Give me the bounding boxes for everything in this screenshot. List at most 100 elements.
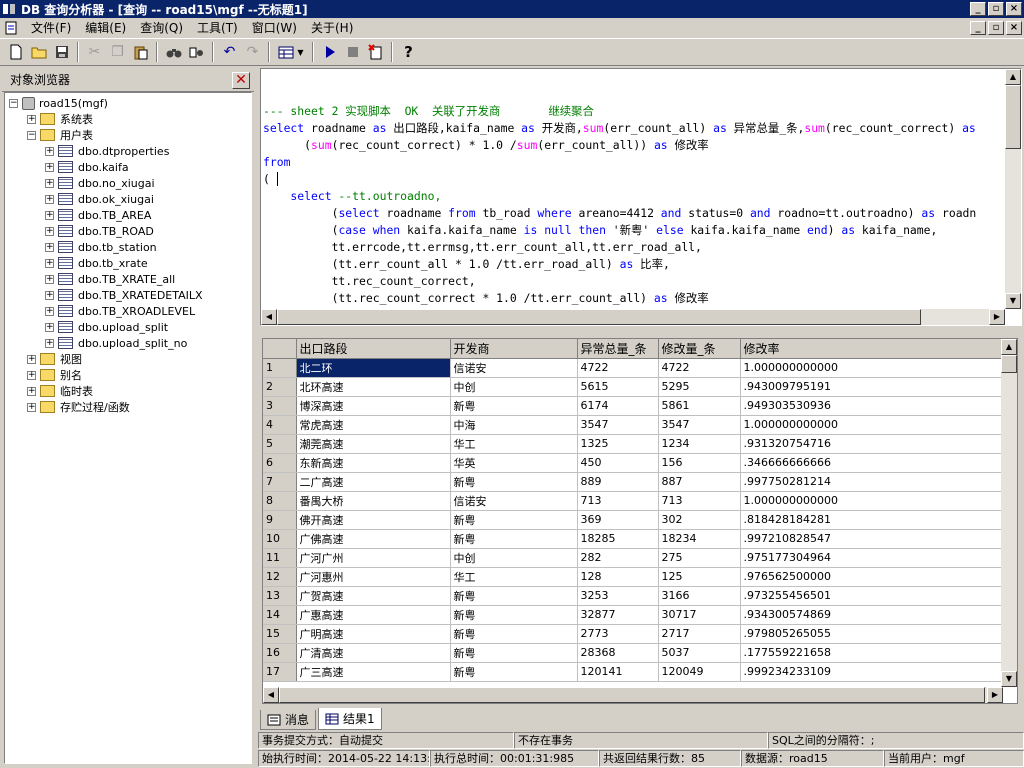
table-cell[interactable]: 120141: [577, 662, 659, 682]
table-cell[interactable]: 信诺安: [450, 358, 578, 378]
table-cell[interactable]: 3547: [577, 415, 659, 435]
table-cell[interactable]: 125: [658, 567, 741, 587]
expand-icon[interactable]: +: [45, 162, 54, 172]
row-number[interactable]: 4: [263, 415, 297, 435]
table-cell[interactable]: 4722: [658, 358, 741, 378]
row-number[interactable]: 12: [263, 567, 297, 587]
table-cell[interactable]: 东新高速: [296, 453, 451, 473]
table-cell[interactable]: 新粤: [450, 605, 578, 625]
table-cell[interactable]: 18234: [658, 529, 741, 549]
tree-table-item[interactable]: + dbo.no_xiugai: [45, 175, 155, 191]
scroll-thumb[interactable]: [1005, 85, 1021, 149]
row-number[interactable]: 2: [263, 377, 297, 397]
column-header[interactable]: 修改率: [740, 339, 1004, 359]
tree-temp-tables[interactable]: + 临时表: [27, 383, 93, 399]
row-number[interactable]: 13: [263, 586, 297, 606]
row-number[interactable]: 9: [263, 510, 297, 530]
table-cell[interactable]: 1.000000000000: [740, 415, 1004, 435]
table-cell[interactable]: 华英: [450, 453, 578, 473]
undo-icon[interactable]: ↶: [218, 41, 241, 63]
row-number[interactable]: 17: [263, 662, 297, 682]
table-cell[interactable]: 番禺大桥: [296, 491, 451, 511]
collapse-icon[interactable]: −: [9, 98, 18, 108]
new-file-icon[interactable]: [4, 41, 27, 63]
row-number[interactable]: 16: [263, 643, 297, 663]
table-cell[interactable]: 302: [658, 510, 741, 530]
tree-system-tables[interactable]: + 系统表: [27, 111, 93, 127]
stop-icon[interactable]: [341, 41, 364, 63]
expand-icon[interactable]: +: [45, 210, 54, 220]
table-cell[interactable]: 32877: [577, 605, 659, 625]
table-row[interactable]: 8 番禺大桥 信诺安 713 713 1.000000000000: [263, 491, 1004, 511]
table-cell[interactable]: 1325: [577, 434, 659, 454]
table-cell[interactable]: 28368: [577, 643, 659, 663]
help-icon[interactable]: ?: [397, 41, 420, 63]
expand-icon[interactable]: +: [45, 194, 54, 204]
table-row[interactable]: 4 常虎高速 中海 3547 3547 1.000000000000: [263, 415, 1004, 435]
table-row[interactable]: 15 广明高速 新粤 2773 2717.979805265055: [263, 624, 1004, 644]
table-cell[interactable]: .818428184281: [740, 510, 1004, 530]
expand-icon[interactable]: +: [45, 306, 54, 316]
table-cell[interactable]: 3253: [577, 586, 659, 606]
table-cell[interactable]: 2717: [658, 624, 741, 644]
document-icon[interactable]: [4, 20, 20, 36]
tree-table-item[interactable]: + dbo.upload_split_no: [45, 335, 187, 351]
table-row[interactable]: 11 广河广州 中创 282 275.975177304964: [263, 548, 1004, 568]
menu-file[interactable]: 文件(F): [24, 18, 78, 38]
open-folder-icon[interactable]: [27, 41, 50, 63]
table-cell[interactable]: 450: [577, 453, 659, 473]
tree-table-item[interactable]: + dbo.TB_XRATE_all: [45, 271, 175, 287]
scroll-right-icon[interactable]: ▶: [987, 687, 1003, 703]
row-number[interactable]: 6: [263, 453, 297, 473]
table-row[interactable]: 10 广佛高速 新粤 18285 18234.997210828547: [263, 529, 1004, 549]
tree-procedures[interactable]: + 存贮过程/函数: [27, 399, 130, 415]
tree-table-item[interactable]: + dbo.dtproperties: [45, 143, 169, 159]
table-row[interactable]: 7 二广高速 新粤 889 887.997750281214: [263, 472, 1004, 492]
editor-horizontal-scrollbar[interactable]: ◀ ▶: [261, 309, 1005, 325]
table-row[interactable]: 17 广三高速 新粤 120141 120049.999234233109: [263, 662, 1004, 682]
table-cell[interactable]: 5615: [577, 377, 659, 397]
table-cell[interactable]: 潮莞高速: [296, 434, 451, 454]
grid-mode-icon[interactable]: ▼: [274, 41, 308, 63]
table-cell[interactable]: 新粤: [450, 510, 578, 530]
table-cell[interactable]: .931320754716: [740, 434, 1004, 454]
editor-vertical-scrollbar[interactable]: ▲ ▼: [1005, 69, 1021, 309]
expand-icon[interactable]: +: [27, 370, 36, 380]
expand-icon[interactable]: +: [45, 258, 54, 268]
table-cell[interactable]: .943009795191: [740, 377, 1004, 397]
table-cell[interactable]: 128: [577, 567, 659, 587]
table-row[interactable]: 14 广惠高速 新粤 32877 30717.934300574869: [263, 605, 1004, 625]
table-cell[interactable]: 3547: [658, 415, 741, 435]
table-cell[interactable]: .934300574869: [740, 605, 1004, 625]
table-row[interactable]: 5 潮莞高速 华工 1325 1234.931320754716: [263, 434, 1004, 454]
table-cell[interactable]: 1234: [658, 434, 741, 454]
expand-icon[interactable]: +: [27, 386, 36, 396]
table-cell[interactable]: .975177304964: [740, 548, 1004, 568]
table-cell[interactable]: 北二环: [296, 358, 451, 378]
table-cell[interactable]: 新粤: [450, 472, 578, 492]
expand-icon[interactable]: +: [45, 146, 54, 156]
table-cell[interactable]: 1.000000000000: [740, 358, 1004, 378]
table-cell[interactable]: 常虎高速: [296, 415, 451, 435]
table-cell[interactable]: 275: [658, 548, 741, 568]
redo-icon[interactable]: ↷: [241, 41, 264, 63]
table-cell[interactable]: 广河惠州: [296, 567, 451, 587]
child-restore-button[interactable]: ▫: [988, 21, 1004, 35]
table-cell[interactable]: .979805265055: [740, 624, 1004, 644]
table-cell[interactable]: 广惠高速: [296, 605, 451, 625]
table-cell[interactable]: 新粤: [450, 624, 578, 644]
table-cell[interactable]: .177559221658: [740, 643, 1004, 663]
menu-query[interactable]: 查询(Q): [133, 18, 190, 38]
tree-user-tables[interactable]: − 用户表: [27, 127, 93, 143]
table-cell[interactable]: 889: [577, 472, 659, 492]
table-cell[interactable]: 18285: [577, 529, 659, 549]
row-number[interactable]: 14: [263, 605, 297, 625]
minimize-button[interactable]: _: [970, 2, 986, 16]
row-number[interactable]: 5: [263, 434, 297, 454]
table-cell[interactable]: .949303530936: [740, 396, 1004, 416]
menu-window[interactable]: 窗口(W): [245, 18, 304, 38]
expand-icon[interactable]: +: [27, 402, 36, 412]
paste-icon[interactable]: [129, 41, 152, 63]
table-cell[interactable]: 282: [577, 548, 659, 568]
table-row[interactable]: 16 广清高速 新粤 28368 5037.177559221658: [263, 643, 1004, 663]
